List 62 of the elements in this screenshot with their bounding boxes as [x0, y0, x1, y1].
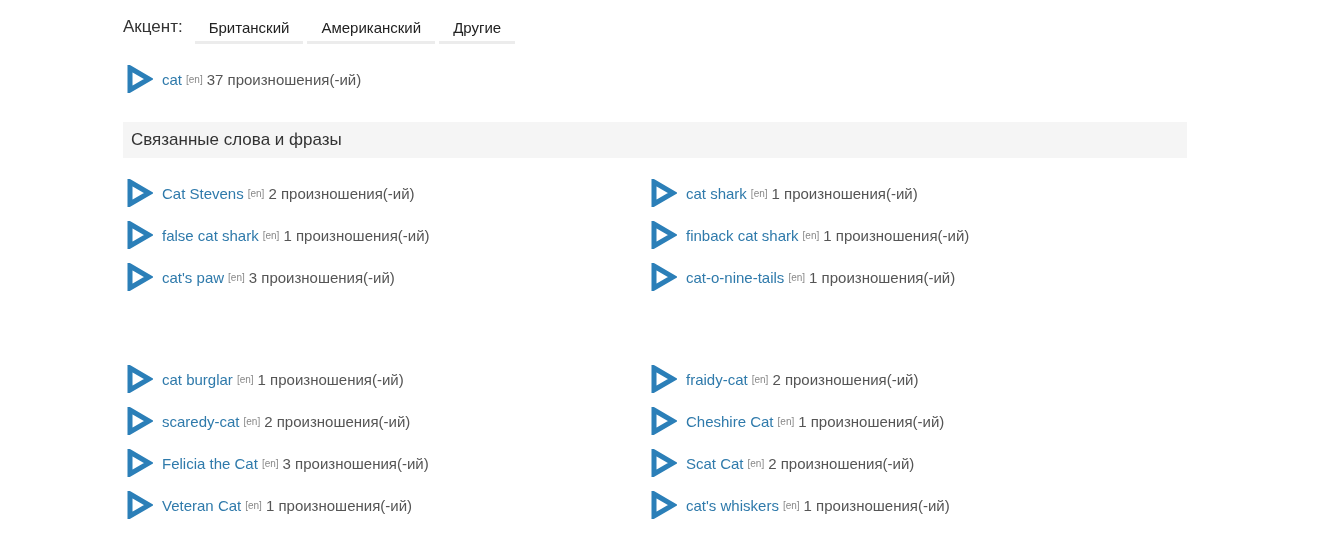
word-link[interactable]: Cheshire Cat: [686, 412, 774, 430]
play-icon[interactable]: [127, 221, 153, 249]
language-tag: [en]: [261, 457, 279, 469]
play-icon[interactable]: [651, 263, 677, 291]
word-link[interactable]: Scat Cat: [686, 454, 744, 472]
play-icon[interactable]: [127, 179, 153, 207]
play-icon[interactable]: [651, 491, 677, 519]
word-link[interactable]: Felicia the Cat: [162, 454, 258, 472]
language-tag: [en]: [788, 271, 806, 283]
word-link[interactable]: cat's paw: [162, 268, 225, 286]
play-icon[interactable]: [651, 179, 677, 207]
pronunciation-count: 3 произношения(-ий): [282, 454, 429, 472]
word-link[interactable]: cat's whiskers: [686, 496, 779, 514]
language-tag: [en]: [245, 499, 262, 511]
language-tag: [en]: [236, 373, 254, 385]
language-tag: [en]: [262, 229, 280, 241]
word-link[interactable]: fraidy-cat: [686, 370, 748, 388]
word-link[interactable]: Cat Stevens: [162, 184, 244, 202]
word-link[interactable]: false cat shark: [162, 226, 259, 244]
play-icon[interactable]: [651, 407, 677, 435]
language-tag: [en]: [782, 499, 800, 511]
word-link[interactable]: cat burglar: [162, 370, 233, 388]
language-tag: [en]: [777, 415, 795, 427]
pronunciation-count: 37 произношения(-ий): [206, 70, 362, 88]
section-header: Связанные слова и фразы: [123, 122, 1187, 158]
word-link[interactable]: cat: [162, 70, 182, 88]
pronunciation-count: 3 произношения(-ий): [248, 268, 395, 286]
pronunciation-count: 2 произношения(-ий): [772, 370, 919, 388]
play-icon[interactable]: [127, 65, 153, 93]
language-tag: [en]: [247, 187, 265, 199]
play-icon[interactable]: [127, 449, 153, 477]
play-icon[interactable]: [651, 221, 677, 249]
word-link[interactable]: finback cat shark: [686, 226, 799, 244]
word-link[interactable]: cat shark: [686, 184, 747, 202]
language-tag: [en]: [747, 457, 765, 469]
pronunciation-count: 1 произношения(-ий): [823, 226, 970, 244]
language-tag: [en]: [751, 373, 769, 385]
play-icon[interactable]: [127, 407, 153, 435]
play-icon[interactable]: [127, 491, 153, 519]
word-link[interactable]: scaredy-cat: [162, 412, 240, 430]
pronunciation-count: 2 произношения(-ий): [268, 184, 415, 202]
play-icon[interactable]: [651, 365, 677, 393]
pronunciation-count: 2 произношения(-ий): [264, 412, 411, 430]
pronunciation-count: 1 произношения(-ий): [265, 496, 412, 514]
language-tag: [en]: [186, 73, 203, 85]
language-tag: [en]: [228, 271, 245, 283]
pronunciation-count: 2 произношения(-ий): [768, 454, 915, 472]
play-icon[interactable]: [651, 449, 677, 477]
pronunciation-count: 1 произношения(-ий): [803, 496, 950, 514]
word-link[interactable]: Veteran Cat: [162, 496, 242, 514]
pronunciation-count: 1 произношения(-ий): [771, 184, 918, 202]
pronunciation-count: 1 произношения(-ий): [809, 268, 956, 286]
language-tag: [en]: [802, 229, 820, 241]
word-link[interactable]: cat-o-nine-tails: [686, 268, 785, 286]
pronunciation-count: 1 произношения(-ий): [798, 412, 945, 430]
pronunciation-count: 1 произношения(-ий): [283, 226, 430, 244]
language-tag: [en]: [750, 187, 768, 199]
play-icon[interactable]: [127, 365, 153, 393]
accent-label: Акцент:: [123, 16, 183, 37]
pronunciation-count: 1 произношения(-ий): [257, 370, 404, 388]
language-tag: [en]: [243, 415, 261, 427]
play-icon[interactable]: [127, 263, 153, 291]
